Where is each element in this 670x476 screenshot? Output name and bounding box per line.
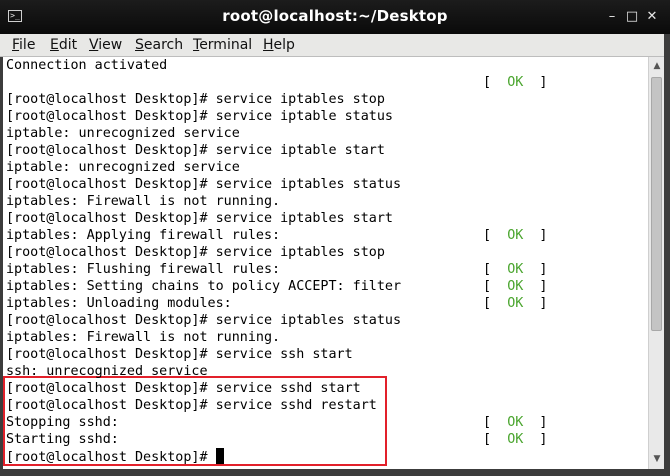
status-ok: OK — [507, 279, 524, 294]
terminal-line: [root@localhost Desktop]# service iptabl… — [6, 313, 402, 328]
terminal-line: iptables: Setting chains to policy ACCEP… — [6, 279, 402, 294]
menu-file[interactable]: File — [12, 35, 35, 55]
terminal-line: [root@localhost Desktop]# service ssh st… — [6, 347, 353, 362]
status-badge: [ OK ] — [483, 295, 548, 312]
terminal-line: [root@localhost Desktop]# service iptabl… — [6, 211, 393, 226]
status-bracket-open: [ — [483, 415, 508, 430]
status-bracket-open: [ — [483, 279, 508, 294]
terminal-line: [root@localhost Desktop]# service iptabl… — [6, 92, 385, 107]
status-badge: [ OK ] — [483, 261, 548, 278]
window-frame-right — [664, 34, 670, 476]
scrollbar-thumb[interactable] — [651, 77, 662, 331]
menu-bar: File Edit View Search Terminal Help — [0, 34, 670, 57]
terminal-line: [root@localhost Desktop]# — [6, 448, 224, 465]
status-bracket-close: ] — [523, 296, 548, 311]
status-badge: [ OK ] — [483, 227, 548, 244]
status-bracket-close: ] — [523, 228, 548, 243]
status-bracket-close: ] — [523, 262, 548, 277]
status-ok: OK — [507, 432, 524, 447]
status-bracket-open: [ — [483, 262, 508, 277]
window-title: root@localhost:~/Desktop — [222, 7, 448, 25]
terminal-output[interactable]: Connection activated [ OK ] [root@localhos… — [3, 57, 648, 469]
menu-view[interactable]: View — [89, 35, 122, 55]
terminal-line: [root@localhost Desktop]# service iptabl… — [6, 109, 393, 124]
status-badge: [ OK ] — [483, 431, 548, 448]
terminal-line: iptables: Flushing firewall rules: — [6, 262, 281, 277]
terminal-line: iptables: Firewall is not running. — [6, 330, 281, 345]
scroll-up-icon[interactable]: ▲ — [651, 60, 663, 72]
menu-terminal[interactable]: Terminal — [193, 35, 252, 55]
status-badge: [ OK ] — [483, 414, 548, 431]
status-bracket-open: [ — [483, 228, 508, 243]
status-bracket-close: ] — [523, 75, 548, 90]
terminal-line: [root@localhost Desktop]# service iptabl… — [6, 143, 385, 158]
terminal-line: Connection activated — [6, 58, 168, 73]
status-badge: [ OK ] — [483, 278, 548, 295]
status-bracket-open: [ — [483, 432, 508, 447]
scroll-down-icon[interactable]: ▼ — [651, 453, 663, 465]
terminal-line: iptable: unrecognized service — [6, 126, 240, 141]
status-ok: OK — [507, 262, 524, 277]
terminal-line: [root@localhost Desktop]# service sshd s… — [6, 381, 361, 396]
title-bar[interactable]: >_ root@localhost:~/Desktop – □ ✕ — [0, 0, 670, 34]
scrollbar[interactable]: ▲ ▼ — [648, 57, 664, 469]
status-ok: OK — [507, 415, 524, 430]
window-frame-bottom — [0, 469, 670, 476]
status-bracket-close: ] — [523, 415, 548, 430]
terminal-line: [root@localhost Desktop]# service sshd r… — [6, 398, 377, 413]
terminal-line: iptables: Applying firewall rules: — [6, 228, 281, 243]
status-bracket-open: [ — [483, 296, 508, 311]
menu-help[interactable]: Help — [263, 35, 295, 55]
terminal-line: [root@localhost Desktop]# service iptabl… — [6, 177, 402, 192]
status-ok: OK — [507, 228, 524, 243]
terminal-window: >_ root@localhost:~/Desktop – □ ✕ File E… — [0, 0, 670, 476]
terminal-line: iptables: Unloading modules: — [6, 296, 232, 311]
status-ok: OK — [507, 75, 524, 90]
text-cursor — [215, 448, 224, 464]
menu-search[interactable]: Search — [135, 35, 183, 55]
status-bracket-open: [ — [483, 75, 508, 90]
terminal-line: Stopping sshd: — [6, 415, 119, 430]
minimize-icon[interactable]: – — [604, 9, 620, 25]
terminal-line: ssh: unrecognized service — [6, 364, 208, 379]
status-ok: OK — [507, 296, 524, 311]
close-icon[interactable]: ✕ — [644, 9, 660, 25]
status-bracket-close: ] — [523, 279, 548, 294]
maximize-icon[interactable]: □ — [624, 9, 640, 25]
prompt-text: [root@localhost Desktop]# — [6, 450, 216, 465]
terminal-line: iptables: Firewall is not running. — [6, 194, 281, 209]
status-bracket-close: ] — [523, 432, 548, 447]
status-badge: [ OK ] — [483, 74, 548, 91]
terminal-line: iptable: unrecognized service — [6, 160, 240, 175]
terminal-line: Starting sshd: — [6, 432, 119, 447]
menu-edit[interactable]: Edit — [50, 35, 77, 55]
terminal-line: [root@localhost Desktop]# service iptabl… — [6, 245, 385, 260]
